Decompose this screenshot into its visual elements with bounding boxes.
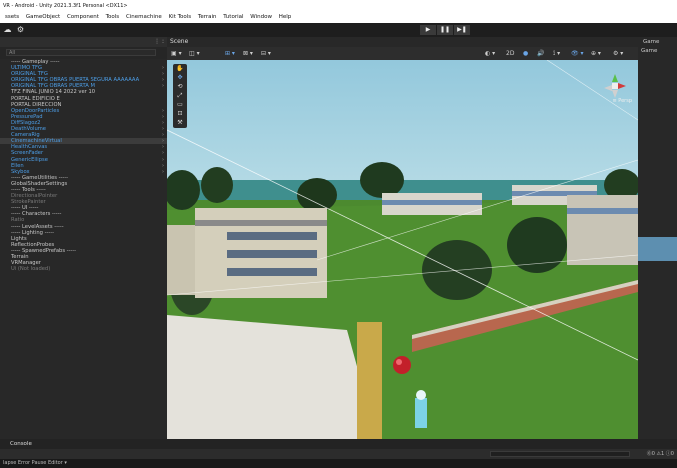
character-gizmo[interactable] (415, 390, 427, 428)
hierarchy-item-label: ----- Gameplay ----- (11, 59, 60, 65)
hierarchy-item-label: GlobalShaderSettings (11, 180, 68, 187)
console-counts[interactable]: ⓪0 ⚠1 ⓘ0 (647, 449, 674, 459)
tab-game[interactable]: Game (638, 37, 677, 47)
lighting-toggle[interactable]: ● (523, 50, 528, 57)
menu-assets[interactable]: ssets (5, 12, 19, 23)
pause-button[interactable]: ❚❚ (437, 25, 453, 35)
menu-gameobject[interactable]: GameObject (26, 12, 60, 23)
hierarchy-item-label: ULTIMO TFG (11, 65, 43, 72)
hierarchy-item-label: GenericEllipse (11, 156, 48, 163)
hierarchy-search-bar: All (0, 47, 167, 59)
hierarchy-item-label: VRManager (11, 260, 41, 267)
gizmo-handle-dropdown[interactable]: ◫ ▾ (189, 50, 200, 57)
hierarchy-item-label: ----- Characters ----- (11, 211, 62, 218)
hierarchy-item-label: ----- LevelAssets ----- (11, 223, 64, 230)
hierarchy-list: ----- Gameplay ----- ULTIMO TFG › ORIGINAL … (0, 59, 167, 272)
effects-dropdown[interactable]: ⟟ ▾ (553, 50, 560, 57)
hierarchy-item-label: ----- Lighting ----- (11, 229, 54, 236)
hierarchy-item-label: CameraRig (11, 132, 40, 139)
orientation-gizmo[interactable]: ≡ Persp (600, 70, 632, 106)
scale-tool-icon[interactable]: ⤢ (173, 91, 187, 100)
rect-tool-icon[interactable]: ▭ (173, 100, 187, 109)
menu-bar: ssets GameObject Component Tools Cinemac… (0, 12, 677, 23)
hierarchy-item-label: Skybox (11, 168, 30, 175)
game-label: Game (641, 48, 658, 54)
tool-palette: ✋ ✥ ⟲ ⤢ ▭ ⊡ ⚒ (173, 64, 187, 128)
hierarchy-item-label: DirectionalPointer (11, 193, 58, 200)
scene-tab-bar: Scene (167, 37, 638, 47)
menu-cinemachine[interactable]: Cinemachine (126, 12, 162, 23)
toggle-2d-button[interactable]: 2D (506, 50, 514, 57)
hierarchy-item-label: Ratio (11, 217, 25, 224)
persp-label[interactable]: ≡ Persp (612, 98, 632, 104)
move-tool-icon[interactable]: ✥ (173, 73, 187, 82)
console-tab-bar: Console (0, 439, 677, 449)
grid-snap-dropdown[interactable]: ⊞ ▾ (225, 50, 235, 57)
menu-tutorial[interactable]: Tutorial (223, 12, 243, 23)
console-options[interactable]: lapse Error Pause Editor ▾ (0, 460, 67, 466)
game-preview-thumbnail (638, 237, 677, 261)
menu-terrain[interactable]: Terrain (198, 12, 217, 23)
main-toolbar: ☁ ⚙ ▶ ❚❚ ▶❚ (0, 23, 677, 37)
hierarchy-item-label: ----- SpawnedPrefabs ----- (11, 247, 77, 254)
hierarchy-header[interactable]: ⋮ : (0, 37, 167, 47)
tab-scene[interactable]: Scene (170, 37, 188, 47)
increment-snap-dropdown[interactable]: ⊠ ▾ (243, 50, 253, 57)
shading-dropdown[interactable]: ◐ ▾ (485, 50, 495, 57)
game-panel: Game Game (638, 37, 677, 439)
console-toolbar: lapse Error Pause Editor ▾ ⓪0 ⚠1 ⓘ0 (0, 449, 677, 466)
hierarchy-item-label: DeathVolume (11, 126, 46, 133)
camera-dropdown[interactable]: ⊕ ▾ (591, 50, 601, 57)
hierarchy-item-label: HealthCanvas (11, 144, 48, 151)
visibility-dropdown[interactable]: 👁 ▾ (571, 50, 584, 57)
scene-render (167, 60, 638, 439)
hierarchy-panel: ⋮ : All ----- Gameplay ----- ULTIMO TFG › O… (0, 37, 167, 439)
window-title: VR - Android - Unity 2021.3.3f1 Personal… (0, 0, 677, 12)
hierarchy-search-input[interactable]: All (6, 49, 156, 56)
hand-tool-icon[interactable]: ✋ (173, 64, 187, 73)
play-controls: ▶ ❚❚ ▶❚ (420, 25, 470, 35)
hierarchy-item-label: ----- Tools ----- (11, 186, 46, 193)
tab-console[interactable]: Console (10, 439, 32, 449)
hierarchy-item-label: ORIGINAL TFG (11, 71, 48, 78)
transform-dropdown[interactable]: ⊟ ▾ (261, 50, 271, 57)
custom-tool-icon[interactable]: ⚒ (173, 118, 187, 127)
menu-help[interactable]: Help (279, 12, 292, 23)
hierarchy-item-label: Ui (Not loaded) (11, 266, 51, 273)
hierarchy-item[interactable]: Ui (Not loaded) (0, 266, 167, 272)
step-button[interactable]: ▶❚ (454, 25, 470, 35)
play-button[interactable]: ▶ (420, 25, 436, 35)
menu-tools[interactable]: Tools (106, 12, 120, 23)
draw-mode-dropdown[interactable]: ▣ ▾ (171, 50, 182, 57)
cloud-icon[interactable]: ☁ (3, 25, 12, 34)
hierarchy-item-label: DiffSlagoz2 (11, 119, 41, 126)
settings-icon[interactable]: ⚙ (16, 25, 25, 34)
hierarchy-item-label: CinemachineVirtual (11, 138, 62, 145)
rotate-tool-icon[interactable]: ⟲ (173, 82, 187, 91)
menu-kit-tools[interactable]: Kit Tools (169, 12, 192, 23)
hierarchy-item-label: PORTAL DIRECCION (11, 101, 62, 108)
hierarchy-item-label: PressurePad (11, 113, 43, 120)
hierarchy-item-label: StrokePainter (11, 199, 46, 206)
menu-window[interactable]: Window (250, 12, 272, 23)
menu-component[interactable]: Component (67, 12, 99, 23)
scene-toolbar: ▣ ▾ ◫ ▾ ⊞ ▾ ⊠ ▾ ⊟ ▾ ◐ ▾ 2D ● 🔊 ⟟ ▾ 👁 ▾ ⊕… (167, 47, 638, 60)
hierarchy-item-label: PORTAL EDIFICIO E (11, 95, 60, 102)
hierarchy-item-label: ----- GameUtilities ----- (11, 174, 68, 181)
scene-viewport[interactable]: ✋ ✥ ⟲ ⤢ ▭ ⊡ ⚒ ≡ Persp (167, 60, 638, 439)
hierarchy-item-label: ORIGINAL TFG OBRAS PUERTA SEGURA AAAAAAA (11, 77, 140, 84)
hierarchy-item-label: ----- UI ----- (11, 205, 39, 212)
console-search-input[interactable] (490, 451, 630, 457)
hierarchy-item-label: OpenDoorParticles (11, 107, 60, 114)
audio-toggle[interactable]: 🔊 (537, 50, 544, 57)
hierarchy-item-label: Ellen (11, 162, 24, 169)
hierarchy-item-label: Terrain (11, 254, 29, 260)
transform-tool-icon[interactable]: ⊡ (173, 109, 187, 118)
gizmos-dropdown[interactable]: ⚙ ▾ (613, 50, 623, 57)
hierarchy-item-label: ORIGINAL TFG OBRAS PUERTA M (11, 83, 95, 90)
hierarchy-item-label: ScreenFader (11, 150, 44, 157)
hierarchy-item-label: TFZ FINAL JUNIO 14 2022 ver 10 (11, 89, 96, 96)
hierarchy-item-label: Lights (11, 235, 27, 242)
hierarchy-item-label: ReflectionProbes (11, 241, 55, 248)
